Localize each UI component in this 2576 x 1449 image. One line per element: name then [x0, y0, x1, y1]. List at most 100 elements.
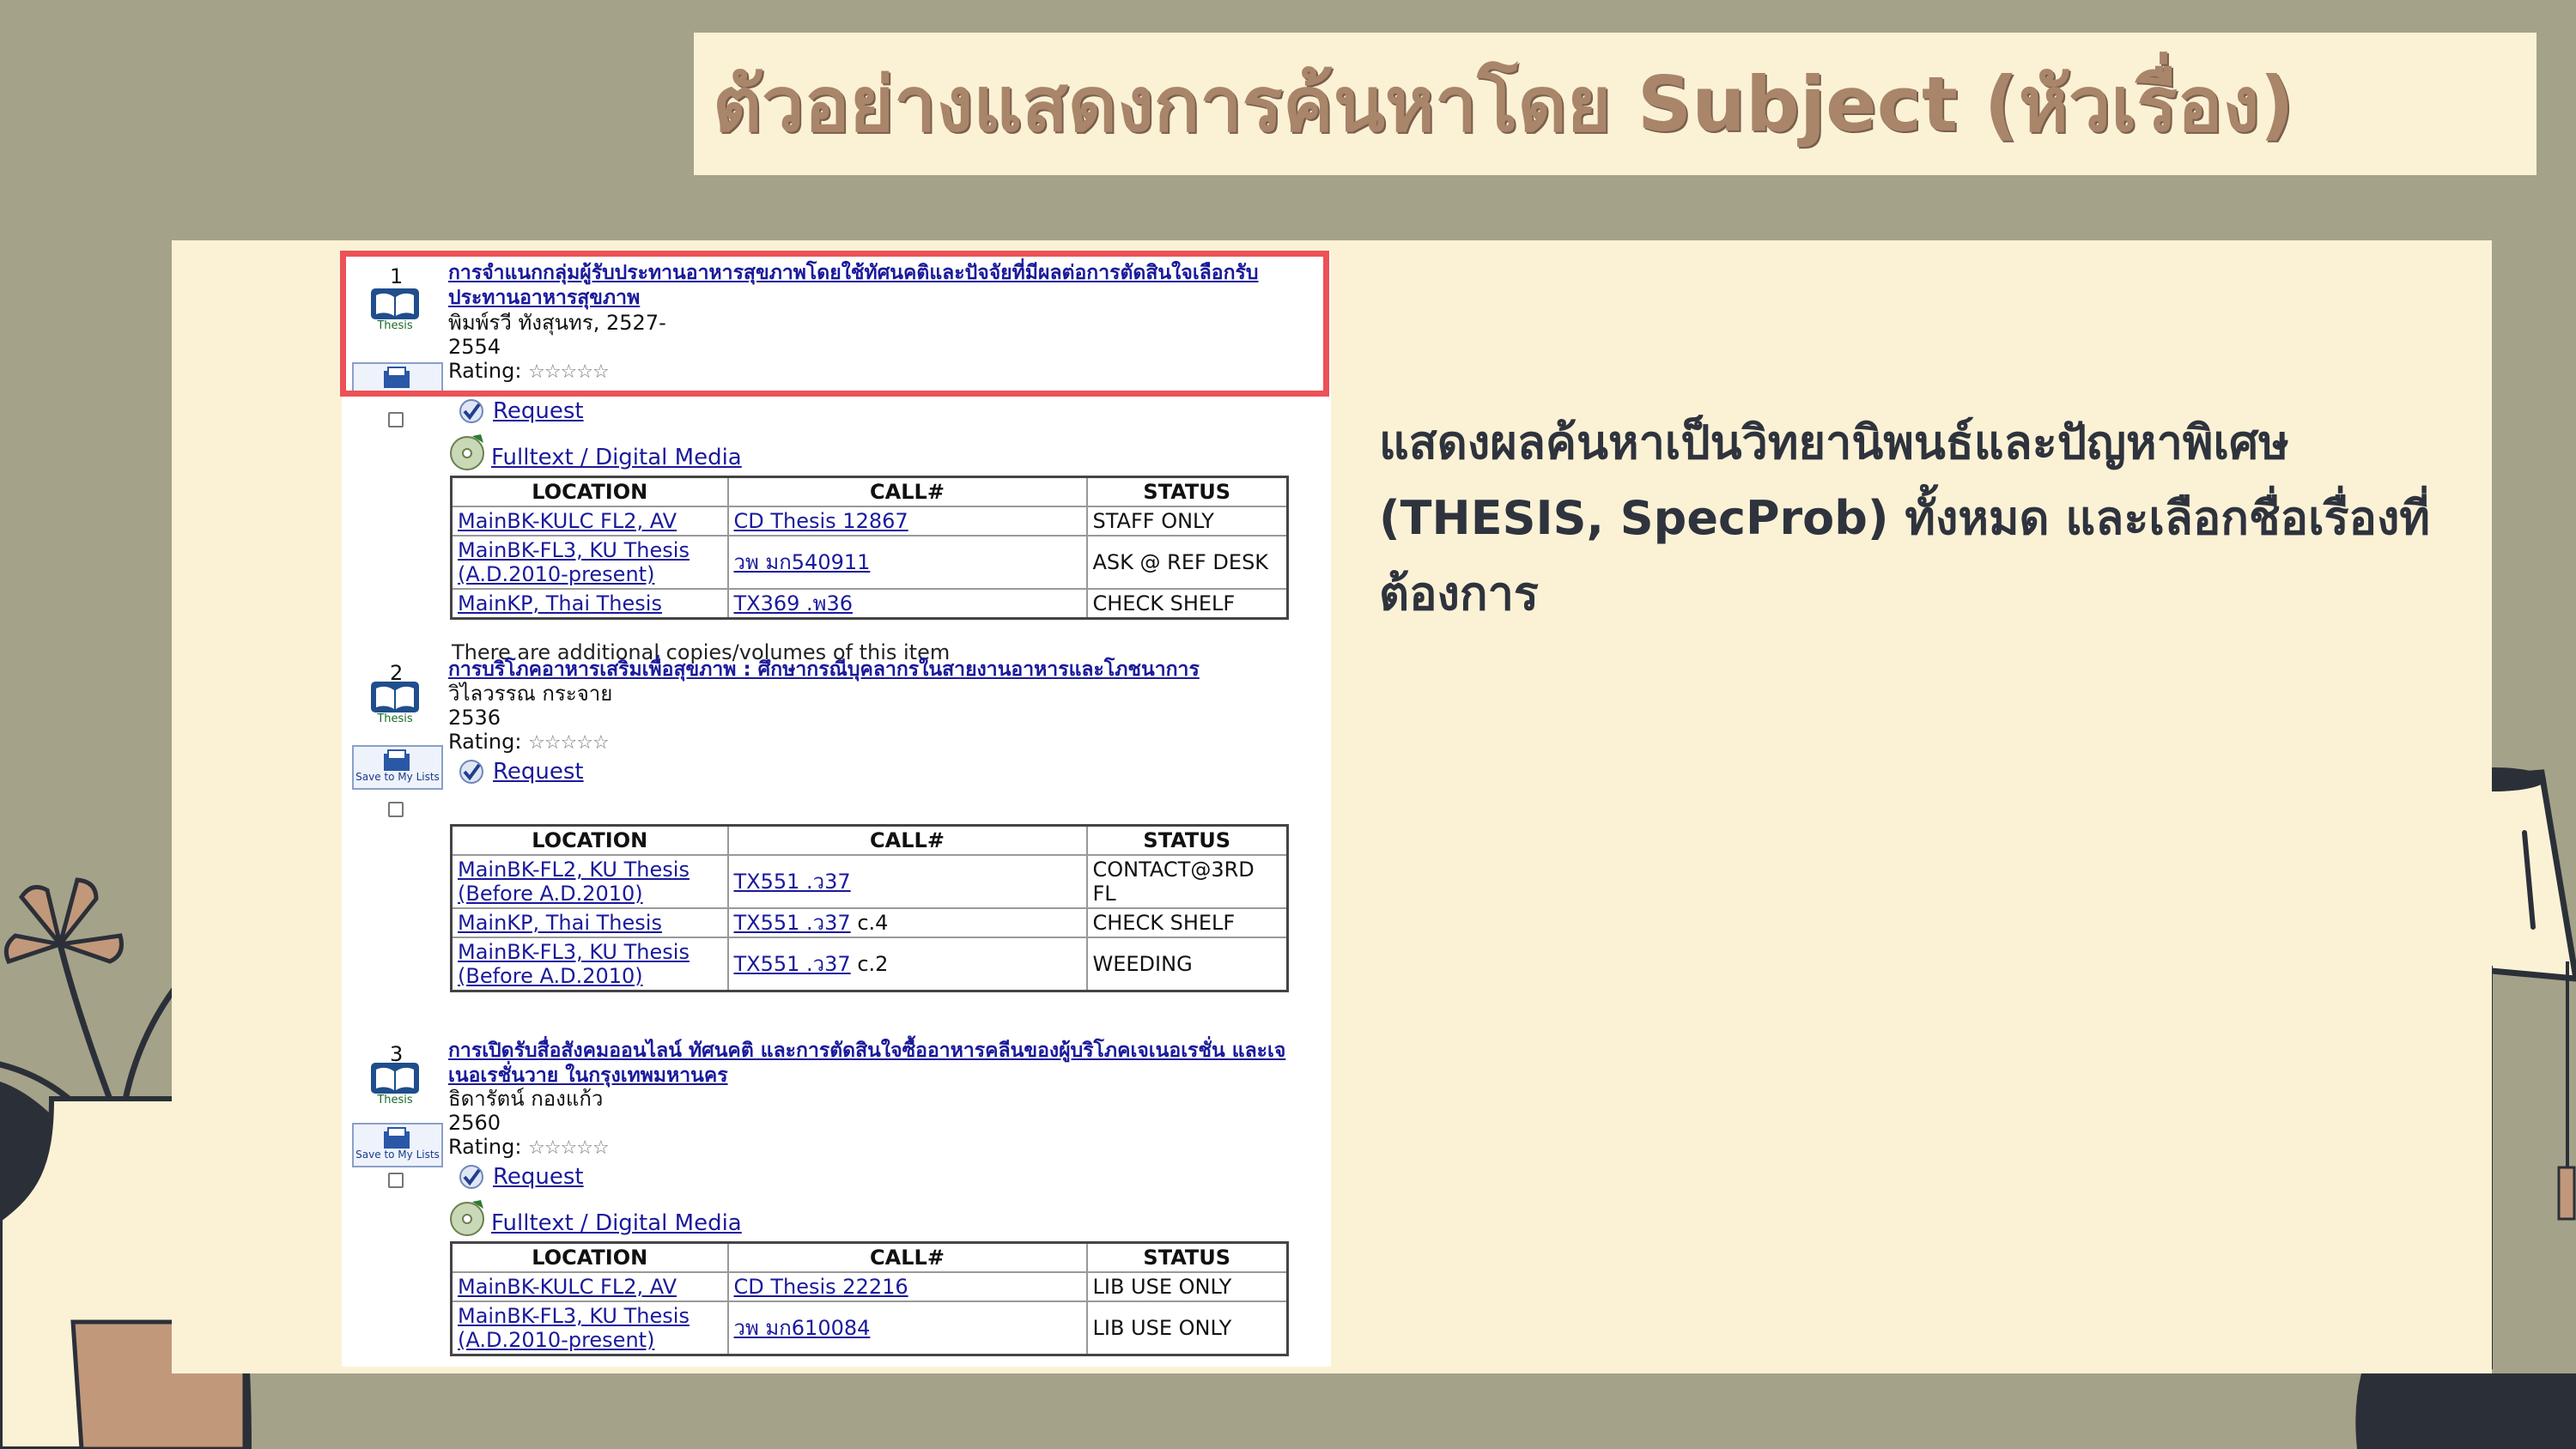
result-year: 2536 — [448, 706, 501, 730]
call-header: CALL# — [726, 476, 1088, 507]
copy-number: c.2 — [857, 952, 889, 976]
thesis-type-icon: Thesis — [368, 287, 422, 332]
rating-stars[interactable]: ☆☆☆☆☆ — [528, 1137, 610, 1159]
thesis-label: Thesis — [377, 712, 413, 725]
result-author: วิไลวรรณ กระจาย — [448, 682, 613, 706]
rating: Rating: ☆☆☆☆☆ — [448, 1135, 610, 1161]
checkmark-icon — [459, 760, 483, 784]
result-number: 1 — [390, 264, 404, 288]
save-label: Save to My Lists — [355, 771, 440, 783]
result-year: 2560 — [448, 1111, 501, 1135]
description-text: แสดงผลค้นหาเป็นวิทยานิพนธ์และปัญหาพิเศษ … — [1379, 415, 2430, 621]
rating-label: Rating: — [448, 1135, 522, 1159]
call-number-link[interactable]: TX551 .ว37 — [734, 911, 851, 935]
table-row: MainBK-KULC FL2, AV CD Thesis 22216 LIB … — [450, 1271, 1289, 1302]
status-header: STATUS — [1085, 476, 1289, 507]
thesis-label: Thesis — [377, 1094, 413, 1106]
title-banner: ตัวอย่างแสดงการค้นหาโดย Subject (หัวเรื่… — [694, 33, 2537, 175]
table-row: MainBK-FL3, KU Thesis (A.D.2010-present)… — [450, 535, 1289, 590]
holdings-table: LOCATION CALL# STATUS MainBK-KULC FL2, A… — [450, 1241, 1289, 1356]
copy-number: c.4 — [857, 911, 889, 935]
select-checkbox[interactable] — [388, 802, 404, 817]
status-cell: LIB USE ONLY — [1085, 1300, 1289, 1356]
call-header: CALL# — [726, 824, 1088, 856]
call-number-link[interactable]: วพ มก610084 — [734, 1316, 871, 1340]
rating-label: Rating: — [448, 730, 522, 754]
fulltext-link[interactable]: Fulltext / Digital Media — [491, 445, 742, 470]
status-cell: LIB USE ONLY — [1085, 1271, 1289, 1302]
checkmark-icon — [459, 1165, 483, 1189]
location-link[interactable]: MainKP, Thai Thesis — [458, 591, 662, 615]
location-link[interactable]: MainKP, Thai Thesis — [458, 911, 662, 935]
fulltext-row: Fulltext / Digital Media — [448, 1195, 742, 1238]
status-cell: CONTACT@3RD FL — [1085, 854, 1289, 909]
location-link[interactable]: MainBK-KULC FL2, AV — [458, 1275, 677, 1299]
location-link[interactable]: MainBK-FL2, KU Thesis (Before A.D.2010) — [458, 858, 690, 906]
location-link[interactable]: MainBK-FL3, KU Thesis (A.D.2010-present) — [458, 538, 690, 586]
table-row: MainBK-KULC FL2, AV CD Thesis 12867 STAF… — [450, 506, 1289, 537]
rating-stars[interactable]: ☆☆☆☆☆ — [528, 361, 610, 383]
cd-media-icon — [450, 434, 484, 470]
book-icon — [371, 682, 419, 712]
status-header: STATUS — [1085, 1241, 1289, 1273]
status-cell: CHECK SHELF — [1085, 907, 1289, 938]
holdings-header: LOCATION CALL# STATUS — [450, 476, 1289, 507]
save-to-my-lists-button[interactable]: Save to My Lists — [352, 745, 443, 790]
thesis-type-icon: Thesis — [368, 680, 422, 725]
result-title-link[interactable]: การบริโภคอาหารเสริมเพื่อสุขภาพ : ศึกษากร… — [448, 658, 1307, 682]
book-icon — [371, 288, 419, 319]
call-number-link[interactable]: TX551 .ว37 — [734, 870, 851, 894]
request-row: Request — [459, 757, 584, 786]
result-title-link[interactable]: การจำแนกกลุ่มผู้รับประทานอาหารสุขภาพโดยใ… — [448, 261, 1307, 311]
result-year: 2554 — [448, 335, 501, 359]
fulltext-link[interactable]: Fulltext / Digital Media — [491, 1210, 742, 1236]
select-checkbox[interactable] — [388, 412, 404, 427]
location-header: LOCATION — [450, 476, 729, 507]
call-number-link[interactable]: วพ มก540911 — [734, 550, 871, 574]
status-cell: ASK @ REF DESK — [1085, 535, 1289, 590]
select-checkbox[interactable] — [388, 1173, 404, 1188]
rating: Rating: ☆☆☆☆☆ — [448, 359, 610, 385]
thesis-type-icon: Thesis — [368, 1061, 422, 1106]
rating-label: Rating: — [448, 359, 522, 383]
slide-title: ตัวอย่างแสดงการค้นหาโดย Subject (หัวเรื่… — [713, 60, 2294, 149]
save-list-icon — [384, 749, 410, 771]
table-row: MainBK-FL2, KU Thesis (Before A.D.2010) … — [450, 854, 1289, 909]
rating: Rating: ☆☆☆☆☆ — [448, 730, 610, 755]
request-link[interactable]: Request — [493, 1164, 584, 1190]
location-link[interactable]: MainBK-FL3, KU Thesis (Before A.D.2010) — [458, 940, 690, 988]
call-number-link[interactable]: TX551 .ว37 — [734, 952, 851, 976]
result-author: พิมพ์รวี ทังสุนทร, 2527- — [448, 311, 666, 335]
status-cell: STAFF ONLY — [1085, 506, 1289, 537]
table-row: MainBK-FL3, KU Thesis (Before A.D.2010) … — [450, 937, 1289, 992]
call-number-link[interactable]: TX369 .พ36 — [734, 591, 854, 615]
request-link[interactable]: Request — [493, 398, 584, 424]
request-row: Request — [459, 397, 584, 426]
holdings-header: LOCATION CALL# STATUS — [450, 1241, 1289, 1273]
save-to-my-lists-button[interactable] — [352, 362, 443, 397]
request-link[interactable]: Request — [493, 759, 584, 785]
save-list-icon — [384, 1127, 410, 1149]
opac-search-results: 1 Thesis การจำแนกกลุ่มผู้รับประทานอาหารส… — [340, 251, 1331, 1367]
location-link[interactable]: MainBK-FL3, KU Thesis (A.D.2010-present) — [458, 1304, 690, 1352]
request-row: Request — [459, 1162, 584, 1191]
thesis-label: Thesis — [377, 319, 413, 332]
result-title-link[interactable]: การเปิดรับสื่อสังคมออนไลน์ ทัศนคติ และกา… — [448, 1039, 1307, 1088]
table-row: MainKP, Thai Thesis TX551 .ว37 c.4 CHECK… — [450, 907, 1289, 938]
result-author: ธิดารัตน์ กองแก้ว — [448, 1087, 604, 1111]
save-to-my-lists-button[interactable]: Save to My Lists — [352, 1123, 443, 1167]
location-header: LOCATION — [450, 1241, 729, 1273]
holdings-table: LOCATION CALL# STATUS MainBK-FL2, KU The… — [450, 824, 1289, 992]
status-cell: WEEDING — [1085, 937, 1289, 992]
book-icon — [371, 1063, 419, 1094]
save-list-icon — [384, 367, 410, 388]
save-label: Save to My Lists — [355, 1149, 440, 1161]
table-row: MainBK-FL3, KU Thesis (A.D.2010-present)… — [450, 1300, 1289, 1356]
fulltext-row: Fulltext / Digital Media — [448, 429, 742, 472]
location-header: LOCATION — [450, 824, 729, 856]
location-link[interactable]: MainBK-KULC FL2, AV — [458, 509, 677, 533]
call-number-link[interactable]: CD Thesis 22216 — [734, 1275, 908, 1299]
rating-stars[interactable]: ☆☆☆☆☆ — [528, 732, 610, 754]
call-number-link[interactable]: CD Thesis 12867 — [734, 509, 908, 533]
cd-media-icon — [450, 1200, 484, 1236]
